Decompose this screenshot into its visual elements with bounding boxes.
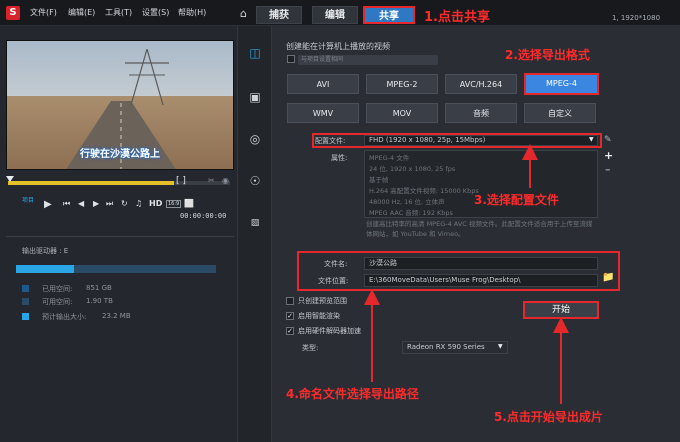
- annotation-arrows: [364, 144, 569, 404]
